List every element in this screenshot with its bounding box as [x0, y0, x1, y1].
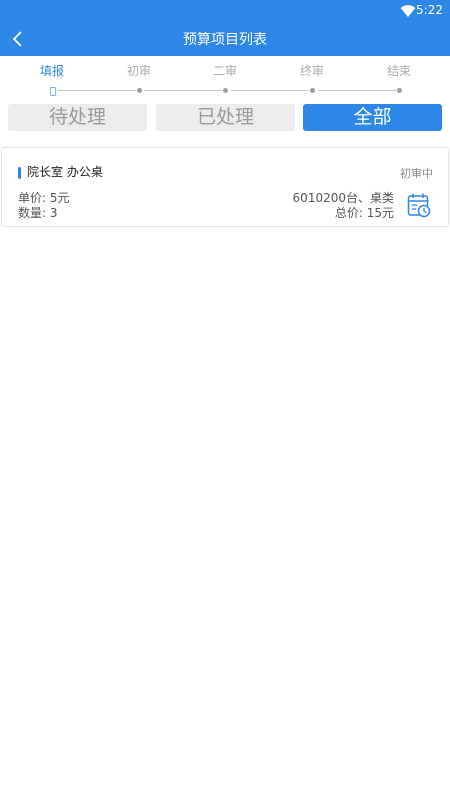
status-time: 5:22 — [416, 3, 443, 17]
stage-second-review[interactable]: 二审 — [195, 62, 255, 79]
item-quantity: 数量: 3 — [18, 206, 58, 220]
filter-tabs: 待处理 已处理 全部 — [8, 104, 442, 131]
stage-dot — [310, 88, 315, 93]
stage-tracker-labels: 填报 初审 二审 终审 结束 — [0, 62, 450, 80]
wifi-icon — [400, 5, 416, 17]
item-accent-marker — [18, 167, 21, 179]
stage-first-review[interactable]: 初审 — [109, 62, 169, 79]
stage-dot — [137, 88, 142, 93]
tab-pending[interactable]: 待处理 — [8, 104, 147, 131]
stage-connector — [231, 90, 309, 91]
item-title: 院长室 办公桌 — [27, 165, 103, 179]
status-bar: 5:22 — [0, 0, 450, 22]
list-item[interactable]: 院长室 办公桌 初审中 单价: 5元 数量: 3 6010200台、桌类 总价:… — [1, 147, 449, 227]
stage-dot — [223, 88, 228, 93]
stage-current-marker — [50, 87, 56, 96]
stage-connector — [318, 90, 396, 91]
tab-all[interactable]: 全部 — [303, 104, 442, 131]
calendar-clock-icon[interactable] — [407, 192, 431, 218]
item-total-price: 总价: 15元 — [334, 206, 394, 220]
tab-processed[interactable]: 已处理 — [156, 104, 295, 131]
stage-fill-in[interactable]: 填报 — [22, 62, 82, 79]
stage-final-review[interactable]: 终审 — [282, 62, 342, 79]
stage-connector — [144, 90, 222, 91]
stage-connector — [58, 90, 136, 91]
page-title: 预算项目列表 — [183, 32, 267, 48]
status-badge: 初审中 — [400, 167, 433, 180]
app-header: 预算项目列表 — [0, 22, 450, 56]
stage-end[interactable]: 结束 — [369, 62, 429, 79]
stage-dot — [397, 88, 402, 93]
stage-tracker-line — [0, 86, 450, 96]
